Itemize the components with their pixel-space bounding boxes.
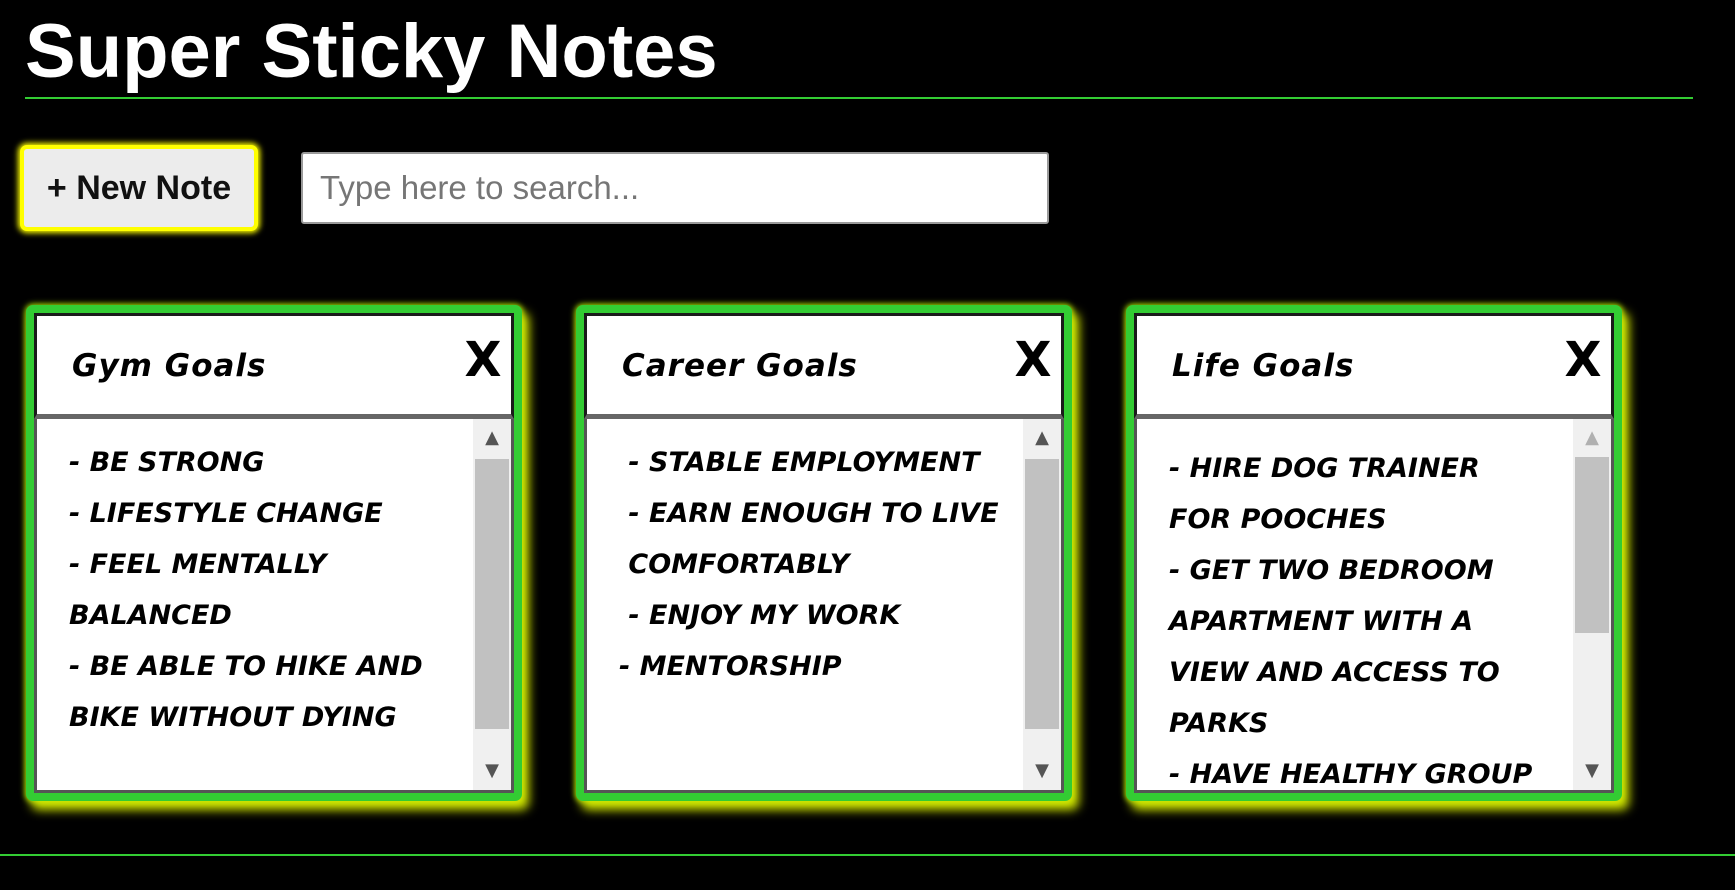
note-title[interactable]: Gym Goals	[72, 348, 267, 384]
scroll-down-arrow-icon[interactable]: ▼	[1023, 752, 1061, 790]
scroll-down-arrow-icon[interactable]: ▼	[1573, 752, 1611, 790]
note-header: Gym Goals X	[34, 313, 514, 419]
note-body[interactable]: - stable employment - earn enough to liv…	[584, 419, 1064, 793]
close-icon[interactable]: X	[1011, 334, 1055, 386]
note-title[interactable]: Life Goals	[1172, 348, 1354, 384]
scroll-up-arrow-icon[interactable]: ▲	[1023, 419, 1061, 457]
note-card: Life Goals X - hire dog trainer for pooc…	[1126, 305, 1622, 801]
app-root: Super Sticky Notes + New Note Gym Goals …	[0, 0, 1735, 890]
search-input[interactable]	[301, 152, 1049, 224]
page-title: Super Sticky Notes	[25, 9, 718, 94]
scroll-down-arrow-icon[interactable]: ▼	[473, 752, 511, 790]
close-icon[interactable]: X	[461, 334, 505, 386]
note-title[interactable]: Career Goals	[622, 348, 858, 384]
close-icon[interactable]: X	[1561, 334, 1605, 386]
scroll-thumb[interactable]	[1025, 459, 1059, 729]
new-note-button[interactable]: + New Note	[20, 145, 258, 231]
scroll-thumb[interactable]	[1575, 457, 1609, 633]
note-body[interactable]: - be strong - lifestyle change - feel me…	[34, 419, 514, 793]
note-description[interactable]: - hire dog trainer for pooches - get two…	[1169, 443, 1549, 790]
note-scrollbar[interactable]: ▲ ▼	[1573, 419, 1611, 790]
scroll-thumb[interactable]	[475, 459, 509, 729]
scroll-up-arrow-icon[interactable]: ▲	[473, 419, 511, 457]
note-scrollbar[interactable]: ▲ ▼	[473, 419, 511, 790]
footer-divider	[0, 854, 1735, 856]
title-divider	[25, 97, 1693, 99]
note-description[interactable]: - stable employment - earn enough to liv…	[619, 437, 999, 692]
note-card: Career Goals X - stable employment - ear…	[576, 305, 1072, 801]
note-header: Life Goals X	[1134, 313, 1614, 419]
note-body[interactable]: - hire dog trainer for pooches - get two…	[1134, 419, 1614, 793]
note-scrollbar[interactable]: ▲ ▼	[1023, 419, 1061, 790]
note-card: Gym Goals X - be strong - lifestyle chan…	[26, 305, 522, 801]
note-description[interactable]: - be strong - lifestyle change - feel me…	[69, 437, 449, 743]
scroll-up-arrow-icon[interactable]: ▲	[1573, 419, 1611, 457]
note-header: Career Goals X	[584, 313, 1064, 419]
